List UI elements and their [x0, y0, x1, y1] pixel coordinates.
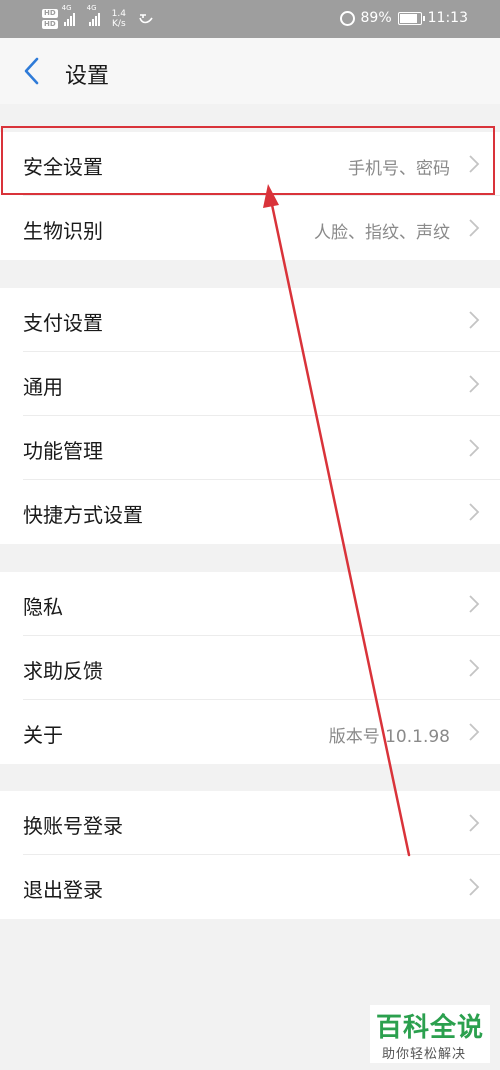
chevron-right-icon [469, 595, 480, 613]
watermark-main-text: 百科全说 [376, 1013, 485, 1043]
item-value: 人脸、指纹、声纹 [314, 223, 450, 243]
item-label: 功能管理 [23, 439, 103, 463]
settings-item-security[interactable]: 安全设置 手机号、密码 [0, 132, 500, 196]
settings-group-login: 换账号登录 退出登录 [0, 791, 500, 919]
network-type-1: 4G [61, 4, 72, 12]
item-label: 安全设置 [23, 155, 103, 179]
net-speed-unit: K/s [112, 19, 126, 29]
net-speed-value: 1.4 [111, 9, 126, 19]
status-bar: HD HD 4G 4G 1.4 K/s 89% 11:13 [0, 0, 500, 38]
settings-item-features[interactable]: 功能管理 [0, 416, 500, 480]
header: 设置 [0, 38, 500, 104]
settings-item-privacy[interactable]: 隐私 [0, 572, 500, 636]
settings-item-payment[interactable]: 支付设置 [0, 288, 500, 352]
item-label: 换账号登录 [23, 814, 123, 838]
chevron-right-icon [469, 659, 480, 677]
settings-item-logout[interactable]: 退出登录 [0, 855, 500, 919]
network-type-2: 4G [86, 4, 97, 12]
hd-badge-2: HD [42, 20, 58, 29]
chevron-right-icon [469, 311, 480, 329]
signal-icon-2: 4G [87, 4, 100, 26]
settings-item-shortcuts[interactable]: 快捷方式设置 [0, 480, 500, 544]
chevron-right-icon [469, 155, 480, 173]
net-speed: 1.4 K/s [112, 9, 126, 29]
item-label: 支付设置 [23, 311, 103, 335]
chevron-right-icon [469, 375, 480, 393]
chevron-right-icon [469, 503, 480, 521]
settings-group-about: 隐私 求助反馈 关于 版本号 10.1.98 [0, 572, 500, 764]
notification-icon [139, 14, 153, 24]
settings-item-about[interactable]: 关于 版本号 10.1.98 [0, 700, 500, 764]
item-label: 生物识别 [23, 219, 103, 243]
status-left: HD HD 4G 4G 1.4 K/s [42, 4, 154, 33]
item-value: 手机号、密码 [348, 159, 450, 179]
page-title: 设置 [65, 64, 110, 89]
settings-item-general[interactable]: 通用 [0, 352, 500, 416]
chevron-right-icon [469, 219, 480, 237]
item-label: 关于 [23, 723, 63, 747]
settings-item-feedback[interactable]: 求助反馈 [0, 636, 500, 700]
chevron-right-icon [469, 814, 480, 832]
hd-badge-1: HD [42, 9, 58, 18]
chevron-right-icon [469, 723, 480, 741]
watermark-logo: 百科全说 助你轻松解决 [370, 1005, 490, 1063]
hd-badges: HD HD [42, 9, 58, 29]
version-value: 版本号 10.1.98 [328, 727, 450, 747]
item-label: 通用 [23, 375, 63, 399]
settings-group-account-security: 安全设置 手机号、密码 生物识别 人脸、指纹、声纹 [0, 132, 500, 260]
watermark-sub-text: 助你轻松解决 [382, 1047, 467, 1062]
signal-icon-1: 4G [62, 4, 75, 26]
status-right: 89% 11:13 [339, 10, 468, 26]
settings-item-switch-account[interactable]: 换账号登录 [0, 791, 500, 855]
battery-percent: 89% [360, 10, 392, 26]
settings-group-general: 支付设置 通用 功能管理 快捷方式设置 [0, 288, 500, 544]
item-label: 快捷方式设置 [23, 503, 143, 527]
settings-item-biometrics[interactable]: 生物识别 人脸、指纹、声纹 [0, 196, 500, 260]
clock: 11:13 [427, 10, 468, 26]
chevron-right-icon [469, 878, 480, 896]
alarm-icon [339, 10, 355, 26]
item-label: 退出登录 [23, 878, 103, 902]
battery-icon [397, 11, 425, 25]
chevron-right-icon [469, 439, 480, 457]
item-label: 隐私 [23, 595, 63, 619]
item-label: 求助反馈 [23, 659, 103, 683]
back-arrow-icon[interactable] [20, 56, 44, 86]
